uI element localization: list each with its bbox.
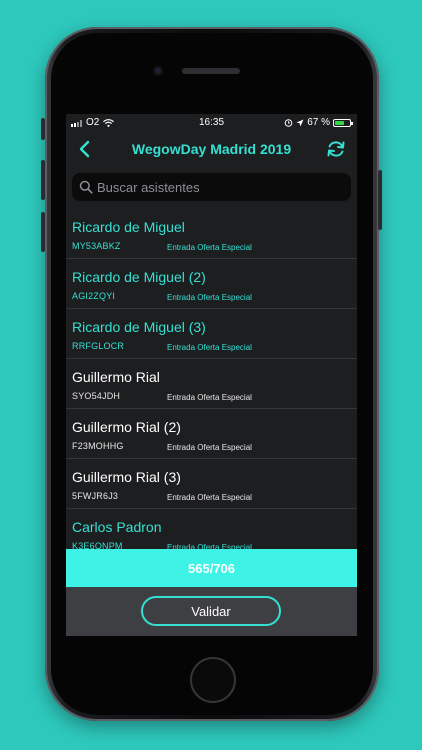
attendee-code: 5FWJR6J3 xyxy=(72,491,119,501)
attendee-code: RRFGLOCR xyxy=(72,341,125,351)
validate-button[interactable]: Validar xyxy=(141,596,281,626)
attendee-name: Carlos Padron xyxy=(72,519,162,535)
home-button[interactable] xyxy=(190,657,236,703)
earpiece-speaker xyxy=(182,68,240,74)
attendee-row[interactable]: Ricardo de Miguel MY53ABKZ Entrada Oferta … xyxy=(66,209,357,259)
refresh-icon[interactable] xyxy=(325,138,347,160)
attendee-ticket-type: Entrada Oferta Especial xyxy=(167,393,252,402)
attendee-ticket-type: Entrada Oferta Especial xyxy=(167,493,252,502)
checkin-counter-bar: 565/706 xyxy=(66,549,357,587)
front-camera xyxy=(153,66,163,76)
attendee-name: Ricardo de Miguel (3) xyxy=(72,319,206,335)
attendee-name: Guillermo Rial (3) xyxy=(72,469,181,485)
search-icon xyxy=(79,180,93,194)
status-bar: O2 16:35 67 % xyxy=(66,114,357,131)
attendee-row[interactable]: Guillermo Rial SYO54JDH Entrada Oferta Esp… xyxy=(66,359,357,409)
battery-level xyxy=(335,120,344,125)
page-title: WegowDay Madrid 2019 xyxy=(131,141,292,157)
phone-power-button xyxy=(378,170,382,230)
status-right: 67 % xyxy=(284,117,353,128)
attendee-row[interactable]: Guillermo Rial (2) F23MOHHG Entrada Oferta… xyxy=(66,409,357,459)
attendee-ticket-type: Entrada Oferta Especial xyxy=(167,343,252,352)
battery-icon xyxy=(333,118,353,127)
attendee-ticket-type: Entrada Oferta Especial xyxy=(167,243,252,252)
phone-silent-switch xyxy=(41,118,45,140)
attendee-row[interactable]: Carlos Padron K3E6ONPM Entrada Oferta Espe… xyxy=(66,509,357,549)
phone-volume-down xyxy=(41,212,45,252)
location-icon xyxy=(296,119,304,126)
attendee-name: Guillermo Rial xyxy=(72,369,160,385)
attendee-row[interactable]: Ricardo de Miguel (3) RRFGLOCR Entrada Ofe… xyxy=(66,309,357,359)
attendee-name: Ricardo de Miguel (2) xyxy=(72,269,206,285)
battery-percent: 67 % xyxy=(307,117,330,128)
attendee-name: Guillermo Rial (2) xyxy=(72,419,181,435)
navigation-bar: WegowDay Madrid 2019 xyxy=(66,131,357,167)
attendee-row[interactable]: Guillermo Rial (3) 5FWJR6J3 Entrada Oferta… xyxy=(66,459,357,509)
attendee-ticket-type: Entrada Oferta Especial xyxy=(167,443,252,452)
attendee-ticket-type: Entrada Oferta Especial xyxy=(167,293,252,302)
checkin-counter: 565/706 xyxy=(188,560,235,576)
app-screen: O2 16:35 67 % WegowDay Madrid 2019 Busca… xyxy=(66,114,357,636)
attendee-row[interactable]: Ricardo de Miguel (2) AGI2ZQYI Entrada Ofe… xyxy=(66,259,357,309)
search-input[interactable]: Buscar asistentes xyxy=(72,173,351,201)
search-area: Buscar asistentes xyxy=(66,167,357,209)
attendee-code: F23MOHHG xyxy=(72,441,124,451)
attendee-code: MY53ABKZ xyxy=(72,241,121,251)
footer-bar: Validar xyxy=(66,587,357,636)
attendee-list: Ricardo de Miguel MY53ABKZ Entrada Oferta … xyxy=(66,209,357,549)
chevron-left-icon[interactable] xyxy=(74,138,96,160)
attendee-code: K3E6ONPM xyxy=(72,541,123,549)
phone-volume-up xyxy=(41,160,45,200)
attendee-code: AGI2ZQYI xyxy=(72,291,116,301)
attendee-code: SYO54JDH xyxy=(72,391,121,401)
attendee-name: Ricardo de Miguel xyxy=(72,219,185,235)
search-placeholder: Buscar asistentes xyxy=(97,179,200,195)
alarm-icon xyxy=(284,119,293,127)
